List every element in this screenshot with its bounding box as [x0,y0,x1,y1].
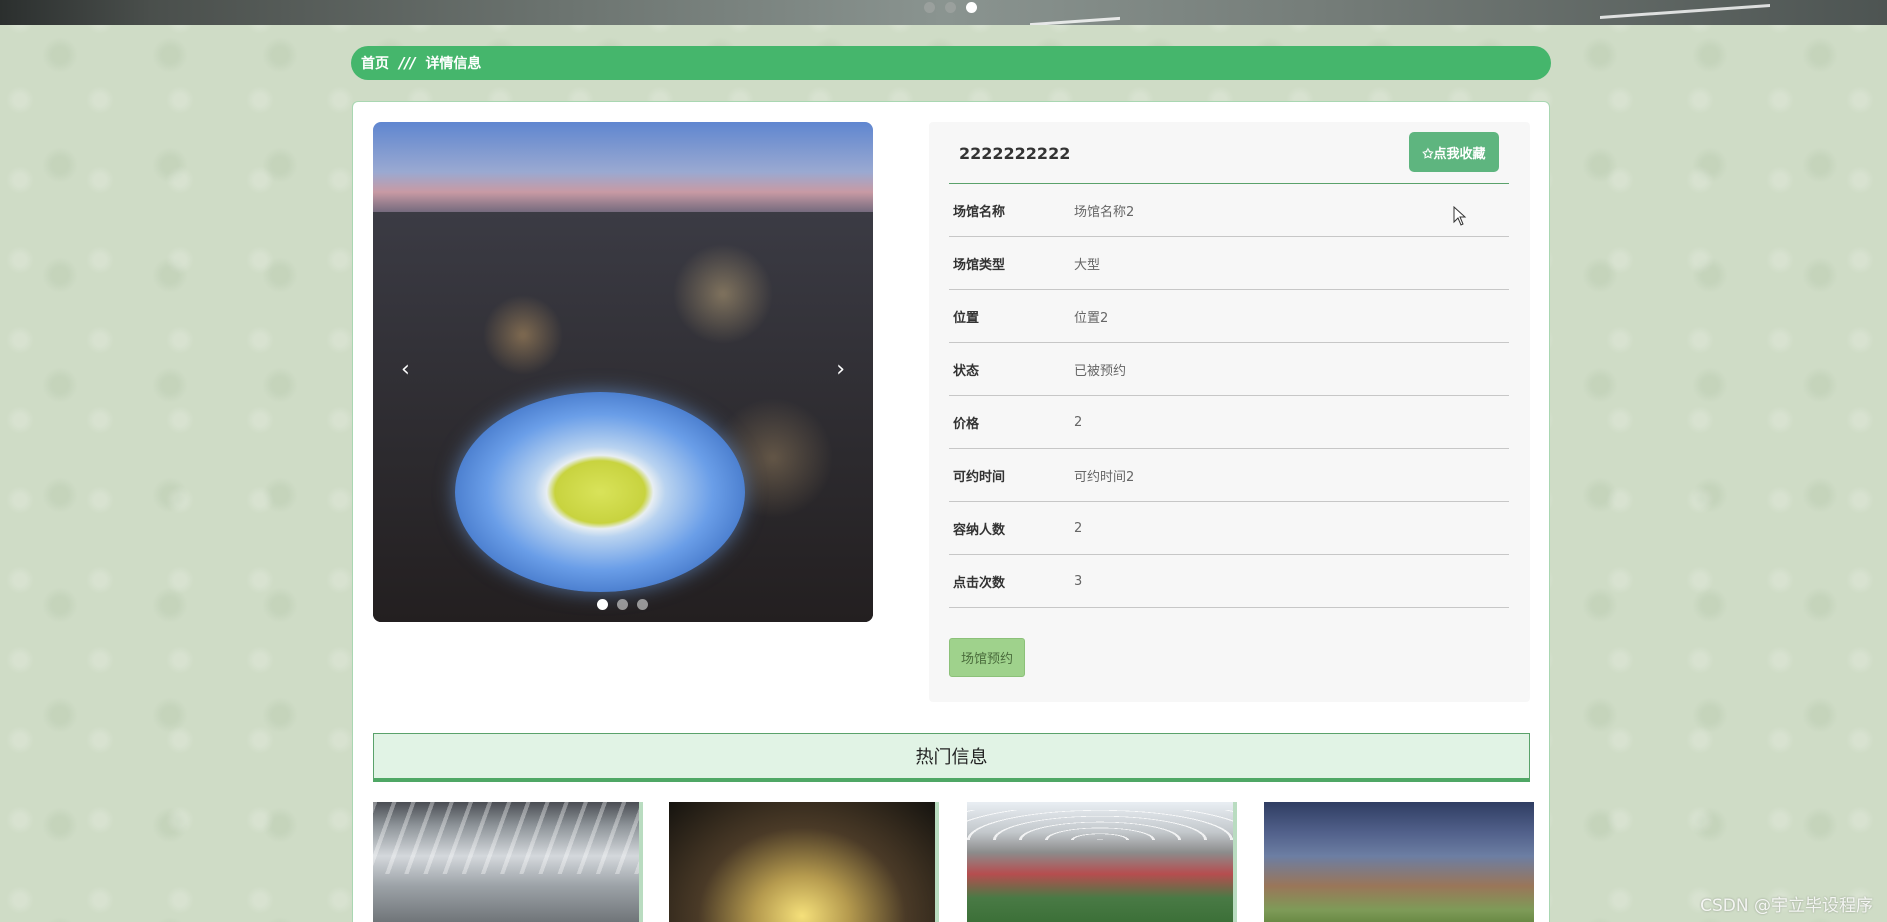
hot-info-header: 热门信息 [373,733,1530,782]
carousel-dot[interactable] [637,599,648,610]
hot-info-list [373,802,1534,922]
watermark: CSDN @宇立毕设程序 [1700,896,1873,916]
breadcrumb-separator: /// [399,54,416,72]
field-label: 价格 [953,416,980,432]
field-label: 场馆类型 [953,257,1006,273]
field-label: 容纳人数 [953,522,1006,538]
field-label: 场馆名称 [953,204,1006,220]
breadcrumb: 首页 /// 详情信息 [351,46,1551,80]
venue-image-carousel[interactable]: ‹ › [373,122,873,622]
field-row-price: 价格 2 [949,396,1509,449]
banner-road-stripe [1600,4,1770,19]
field-value: 3 [1074,573,1083,589]
field-value: 位置2 [1074,310,1109,326]
field-row-venue-name: 场馆名称 场馆名称2 [949,184,1509,237]
book-venue-button[interactable]: 场馆预约 [949,638,1025,677]
banner-dot[interactable] [924,2,935,13]
field-label: 状态 [953,363,980,379]
field-row-capacity: 容纳人数 2 [949,502,1509,555]
carousel-image-stadium [455,392,745,592]
field-value: 2 [1074,520,1083,536]
hot-item-image[interactable] [1264,802,1534,922]
field-value: 已被预约 [1074,363,1127,379]
field-row-status: 状态 已被预约 [949,343,1509,396]
banner-dot-active[interactable] [966,2,977,13]
carousel-dots [597,599,648,610]
hot-item-image[interactable] [967,802,1237,922]
field-value: 2 [1074,414,1083,430]
carousel-prev-arrow-icon[interactable]: ‹ [401,357,410,382]
field-row-available-time: 可约时间 可约时间2 [949,449,1509,502]
favorite-button[interactable]: ✩点我收藏 [1409,132,1499,172]
field-label: 点击次数 [953,575,1006,591]
carousel-next-arrow-icon[interactable]: › [836,357,845,382]
field-value: 大型 [1074,257,1101,273]
mouse-cursor-icon [1453,206,1467,226]
venue-detail-card: 2222222222 ✩点我收藏 场馆名称 场馆名称2 场馆类型 大型 位置 位… [929,122,1530,702]
detail-title-row: 2222222222 ✩点我收藏 [949,122,1509,184]
carousel-dot-active[interactable] [597,599,608,610]
field-row-location: 位置 位置2 [949,290,1509,343]
banner-road-stripe [1030,16,1120,25]
banner-dots [924,2,977,13]
field-row-click-count: 点击次数 3 [949,555,1509,608]
detail-field-list: 场馆名称 场馆名称2 场馆类型 大型 位置 位置2 状态 已被预约 价格 2 可… [949,184,1509,608]
hot-item-image[interactable] [669,802,939,922]
breadcrumb-home[interactable]: 首页 [361,53,389,73]
field-value: 可约时间2 [1074,469,1135,485]
field-value: 场馆名称2 [1074,204,1135,220]
breadcrumb-current: 详情信息 [425,56,482,72]
hot-item-image[interactable] [373,802,643,922]
field-row-venue-type: 场馆类型 大型 [949,237,1509,290]
field-label: 可约时间 [953,469,1006,485]
detail-title: 2222222222 [959,144,1071,163]
carousel-dot[interactable] [617,599,628,610]
banner-dot[interactable] [945,2,956,13]
field-label: 位置 [953,310,980,326]
top-banner-carousel[interactable] [0,0,1887,25]
